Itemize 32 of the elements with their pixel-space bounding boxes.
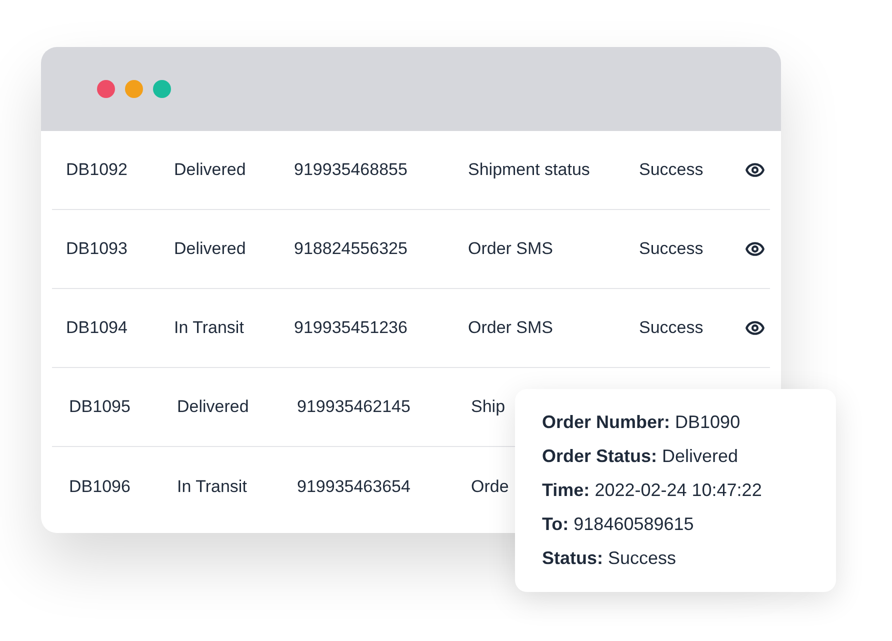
detail-line: To: 918460589615 bbox=[542, 513, 695, 536]
view-icon[interactable] bbox=[745, 160, 765, 180]
message-type: Ship bbox=[471, 397, 506, 416]
phone-number: 919935468855 bbox=[294, 159, 408, 182]
view-icon[interactable] bbox=[745, 318, 765, 338]
message-type: Orde bbox=[471, 476, 509, 496]
window-control[interactable] bbox=[97, 80, 115, 98]
phone-number: 918824556325 bbox=[294, 238, 408, 260]
message-type: Order SMS bbox=[468, 318, 554, 338]
delivery-status: In Transit bbox=[174, 317, 245, 340]
order-number: DB1094 bbox=[66, 317, 128, 340]
phone-number: 919935463654 bbox=[297, 476, 412, 498]
delivery-status: Delivered bbox=[177, 396, 250, 418]
detail-line: Status: Success bbox=[542, 547, 678, 570]
detail-line: Order Number: DB1090 bbox=[542, 411, 742, 434]
message-type: Shipment status bbox=[468, 160, 590, 180]
order-number: DB1093 bbox=[66, 238, 128, 260]
order-number: DB1096 bbox=[69, 476, 132, 498]
view-icon[interactable] bbox=[745, 239, 765, 259]
send-result: Success bbox=[639, 317, 704, 340]
delivery-status: Delivered bbox=[174, 238, 247, 260]
delivery-status: In Transit bbox=[177, 476, 248, 498]
detail-line: Time: 2022-02-24 10:47:22 bbox=[542, 479, 763, 502]
send-result: Success bbox=[639, 159, 704, 182]
order-number: DB1095 bbox=[69, 396, 132, 418]
delivery-status: Delivered bbox=[174, 159, 247, 182]
send-result: Success bbox=[639, 238, 704, 260]
message-type: Order SMS bbox=[468, 239, 554, 258]
detail-line: Order Status: Delivered bbox=[542, 445, 740, 468]
order-number: DB1092 bbox=[66, 159, 128, 182]
phone-number: 919935451236 bbox=[294, 317, 408, 340]
phone-number: 919935462145 bbox=[297, 396, 412, 418]
